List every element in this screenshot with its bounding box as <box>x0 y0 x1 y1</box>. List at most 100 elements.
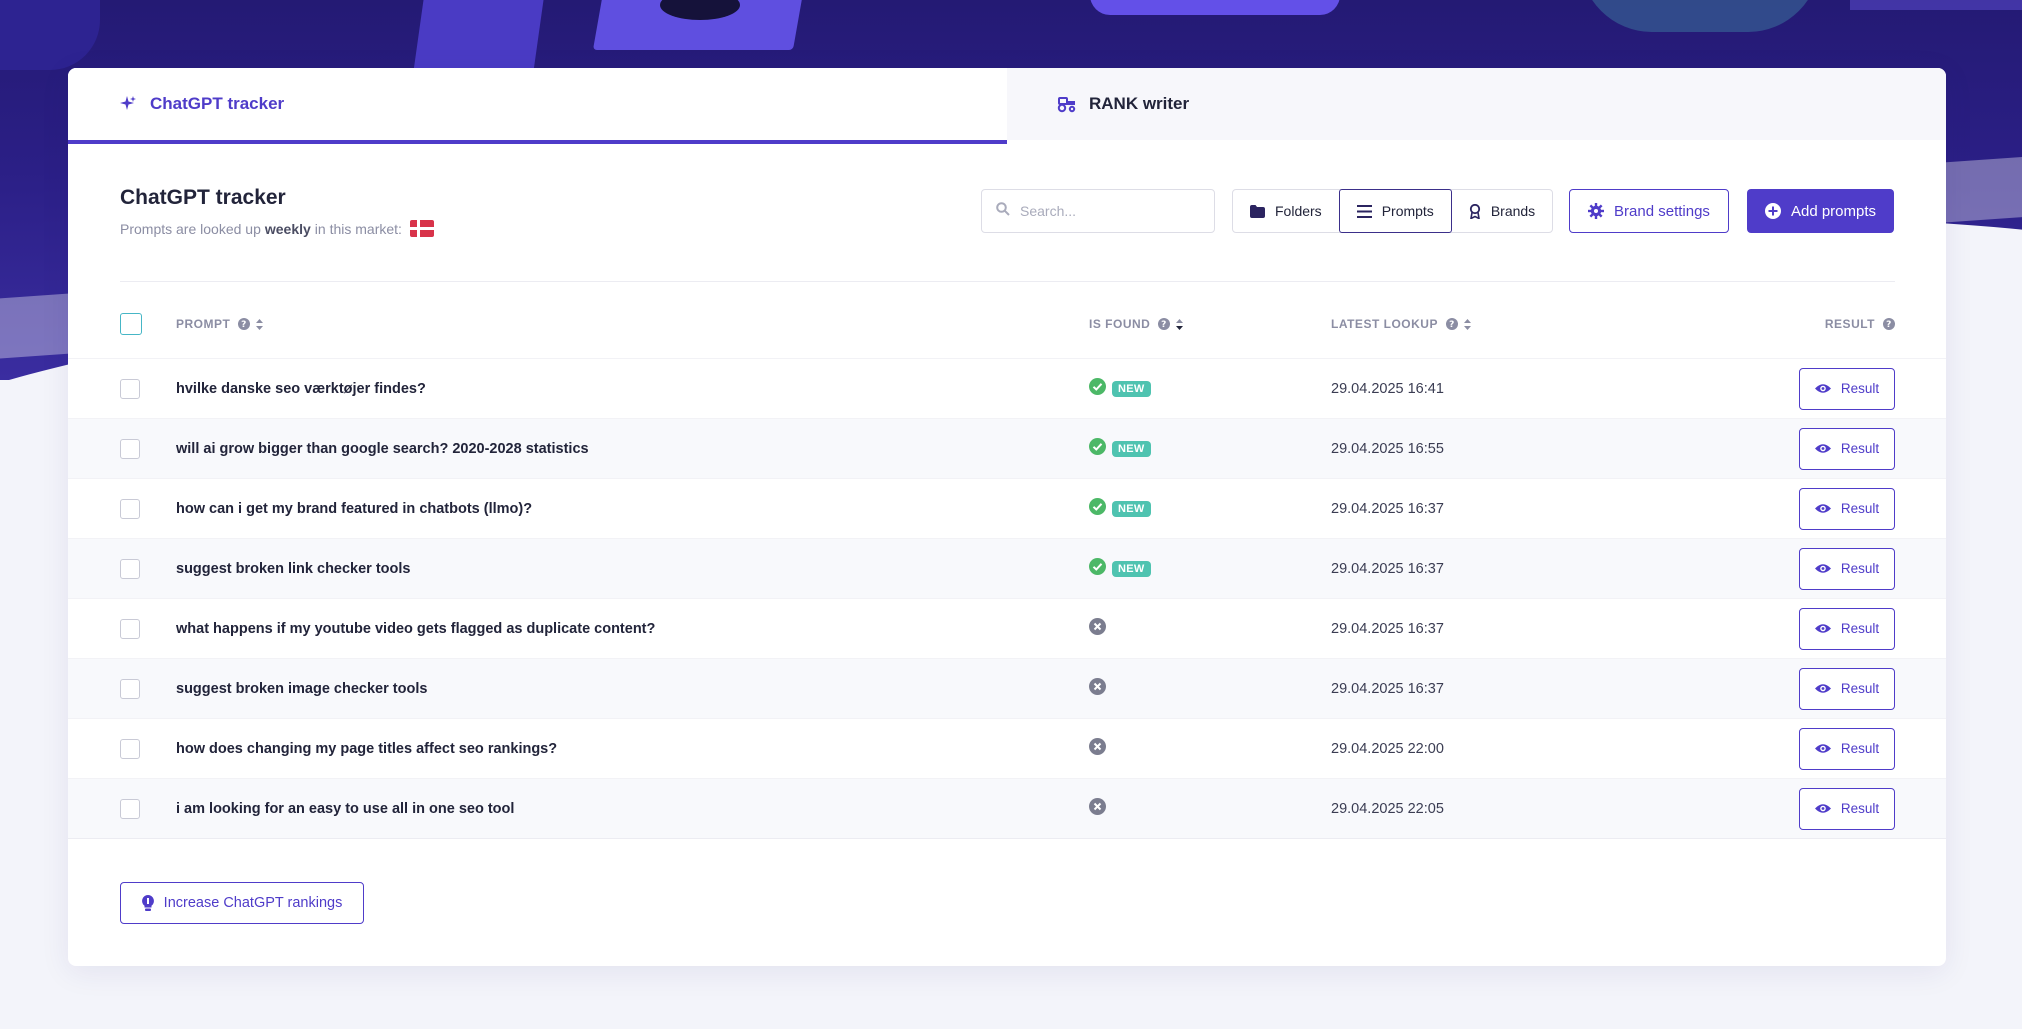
result-button[interactable]: Result <box>1799 787 1895 830</box>
eye-icon <box>1814 563 1831 574</box>
help-icon[interactable]: ? <box>1158 318 1171 330</box>
result-button[interactable]: Result <box>1799 427 1895 470</box>
add-prompts-label: Add prompts <box>1790 202 1877 220</box>
result-cell: Result <box>1751 787 1895 830</box>
result-column-header: RESULT ? <box>1751 317 1895 331</box>
lightbulb-icon <box>141 895 154 911</box>
result-label: Result <box>1840 441 1880 456</box>
svg-text:?: ? <box>241 320 247 330</box>
row-select-cell <box>120 798 176 819</box>
result-label: Result <box>1840 561 1880 576</box>
row-checkbox[interactable] <box>120 378 140 399</box>
select-all-checkbox[interactable] <box>120 313 142 335</box>
decorative-shape <box>413 0 547 70</box>
result-button[interactable]: Result <box>1799 667 1895 710</box>
tab-chatgpt-tracker[interactable]: ChatGPT tracker <box>68 68 1007 144</box>
table-row: suggest broken image checker tools 29.04… <box>68 658 1946 718</box>
prompts-label: Prompts <box>1381 203 1434 219</box>
decorative-shape <box>1090 0 1340 15</box>
is-found-cell: NEW <box>1089 437 1331 460</box>
row-checkbox[interactable] <box>120 438 140 459</box>
page-title: ChatGPT tracker <box>120 186 286 209</box>
result-cell: Result <box>1751 487 1895 530</box>
eye-icon <box>1814 383 1831 394</box>
latest-lookup-column-header[interactable]: LATEST LOOKUP ? <box>1331 317 1751 331</box>
check-circle-icon <box>1089 557 1106 580</box>
new-badge: NEW <box>1112 380 1151 397</box>
help-icon[interactable]: ? <box>1445 318 1458 330</box>
help-icon[interactable]: ? <box>238 318 251 330</box>
check-circle-icon <box>1089 497 1106 520</box>
prompt-text: hvilke danske seo værktøjer findes? <box>176 380 426 397</box>
increase-rankings-button[interactable]: Increase ChatGPT rankings <box>120 882 364 924</box>
result-label: Result <box>1840 741 1880 756</box>
search-box[interactable] <box>981 189 1215 233</box>
result-button[interactable]: Result <box>1799 487 1895 530</box>
brand-settings-button[interactable]: Brand settings <box>1569 189 1729 233</box>
is-found-header-label: IS FOUND <box>1089 317 1151 331</box>
latest-lookup-date: 29.04.2025 16:37 <box>1331 680 1444 697</box>
result-button[interactable]: Result <box>1799 607 1895 650</box>
prompt-text: suggest broken image checker tools <box>176 680 428 697</box>
result-cell: Result <box>1751 667 1895 710</box>
subtitle-prefix: Prompts are looked up <box>120 220 261 237</box>
result-cell: Result <box>1751 367 1895 410</box>
brand-settings-label: Brand settings <box>1614 202 1710 220</box>
folders-view-button[interactable]: Folders <box>1233 190 1339 232</box>
prompt-text: how does changing my page titles affect … <box>176 740 558 757</box>
check-circle-icon <box>1089 437 1106 460</box>
view-toggle: Folders Prompts Brands <box>1232 189 1554 233</box>
is-found-cell: NEW <box>1089 557 1331 580</box>
result-button[interactable]: Result <box>1799 727 1895 770</box>
result-label: Result <box>1840 501 1880 516</box>
latest-lookup-date: 29.04.2025 16:37 <box>1331 620 1444 637</box>
eye-icon <box>1814 803 1831 814</box>
prompt-text: i am looking for an easy to use all in o… <box>176 800 515 817</box>
prompt-text: suggest broken link checker tools <box>176 560 411 577</box>
row-select-cell <box>120 378 176 399</box>
tab-rank-writer[interactable]: RANK writer <box>1007 68 1946 140</box>
result-button[interactable]: Result <box>1799 547 1895 590</box>
is-found-cell: NEW <box>1089 497 1331 520</box>
row-checkbox[interactable] <box>120 738 140 759</box>
search-input[interactable] <box>1020 203 1200 219</box>
latest-lookup-date: 29.04.2025 16:37 <box>1331 560 1444 577</box>
row-select-cell <box>120 438 176 459</box>
sort-icon[interactable] <box>256 318 264 330</box>
new-badge: NEW <box>1112 560 1151 577</box>
help-icon[interactable]: ? <box>1883 318 1895 330</box>
denmark-flag-icon <box>409 220 434 237</box>
prompt-column-header[interactable]: PROMPT ? <box>176 317 1089 331</box>
row-checkbox[interactable] <box>120 678 140 699</box>
sort-icon[interactable] <box>1463 318 1471 330</box>
latest-lookup-date: 29.04.2025 16:41 <box>1331 380 1444 397</box>
prompt-text: how can i get my brand featured in chatb… <box>176 500 533 517</box>
select-all-cell <box>120 313 176 335</box>
brands-view-button[interactable]: Brands <box>1452 190 1552 232</box>
add-prompts-button[interactable]: Add prompts <box>1747 189 1894 233</box>
sparkle-icon <box>118 94 138 114</box>
eye-icon <box>1814 623 1831 634</box>
eye-icon <box>1814 743 1831 754</box>
table-row: suggest broken link checker tools NEW 29… <box>68 538 1946 598</box>
tab-bar: ChatGPT tracker RANK writer <box>68 68 1946 144</box>
is-found-column-header[interactable]: IS FOUND ? <box>1089 317 1331 331</box>
eye-icon <box>1814 503 1831 514</box>
sort-desc-icon[interactable] <box>1176 318 1184 330</box>
result-header-label: RESULT <box>1824 317 1875 331</box>
row-checkbox[interactable] <box>120 618 140 639</box>
svg-text:?: ? <box>1886 320 1892 330</box>
result-button[interactable]: Result <box>1799 367 1895 410</box>
row-checkbox[interactable] <box>120 498 140 519</box>
row-select-cell <box>120 618 176 639</box>
tab-label: RANK writer <box>1089 94 1190 113</box>
latest-lookup-date: 29.04.2025 22:00 <box>1331 740 1444 757</box>
table-row: hvilke danske seo værktøjer findes? NEW … <box>68 358 1946 418</box>
prompts-view-button[interactable]: Prompts <box>1338 189 1452 233</box>
result-label: Result <box>1840 801 1880 816</box>
row-checkbox[interactable] <box>120 558 140 579</box>
svg-text:?: ? <box>1161 320 1167 330</box>
row-checkbox[interactable] <box>120 798 140 819</box>
subtitle-frequency: weekly <box>264 220 311 237</box>
decorative-shape <box>1580 0 1820 32</box>
